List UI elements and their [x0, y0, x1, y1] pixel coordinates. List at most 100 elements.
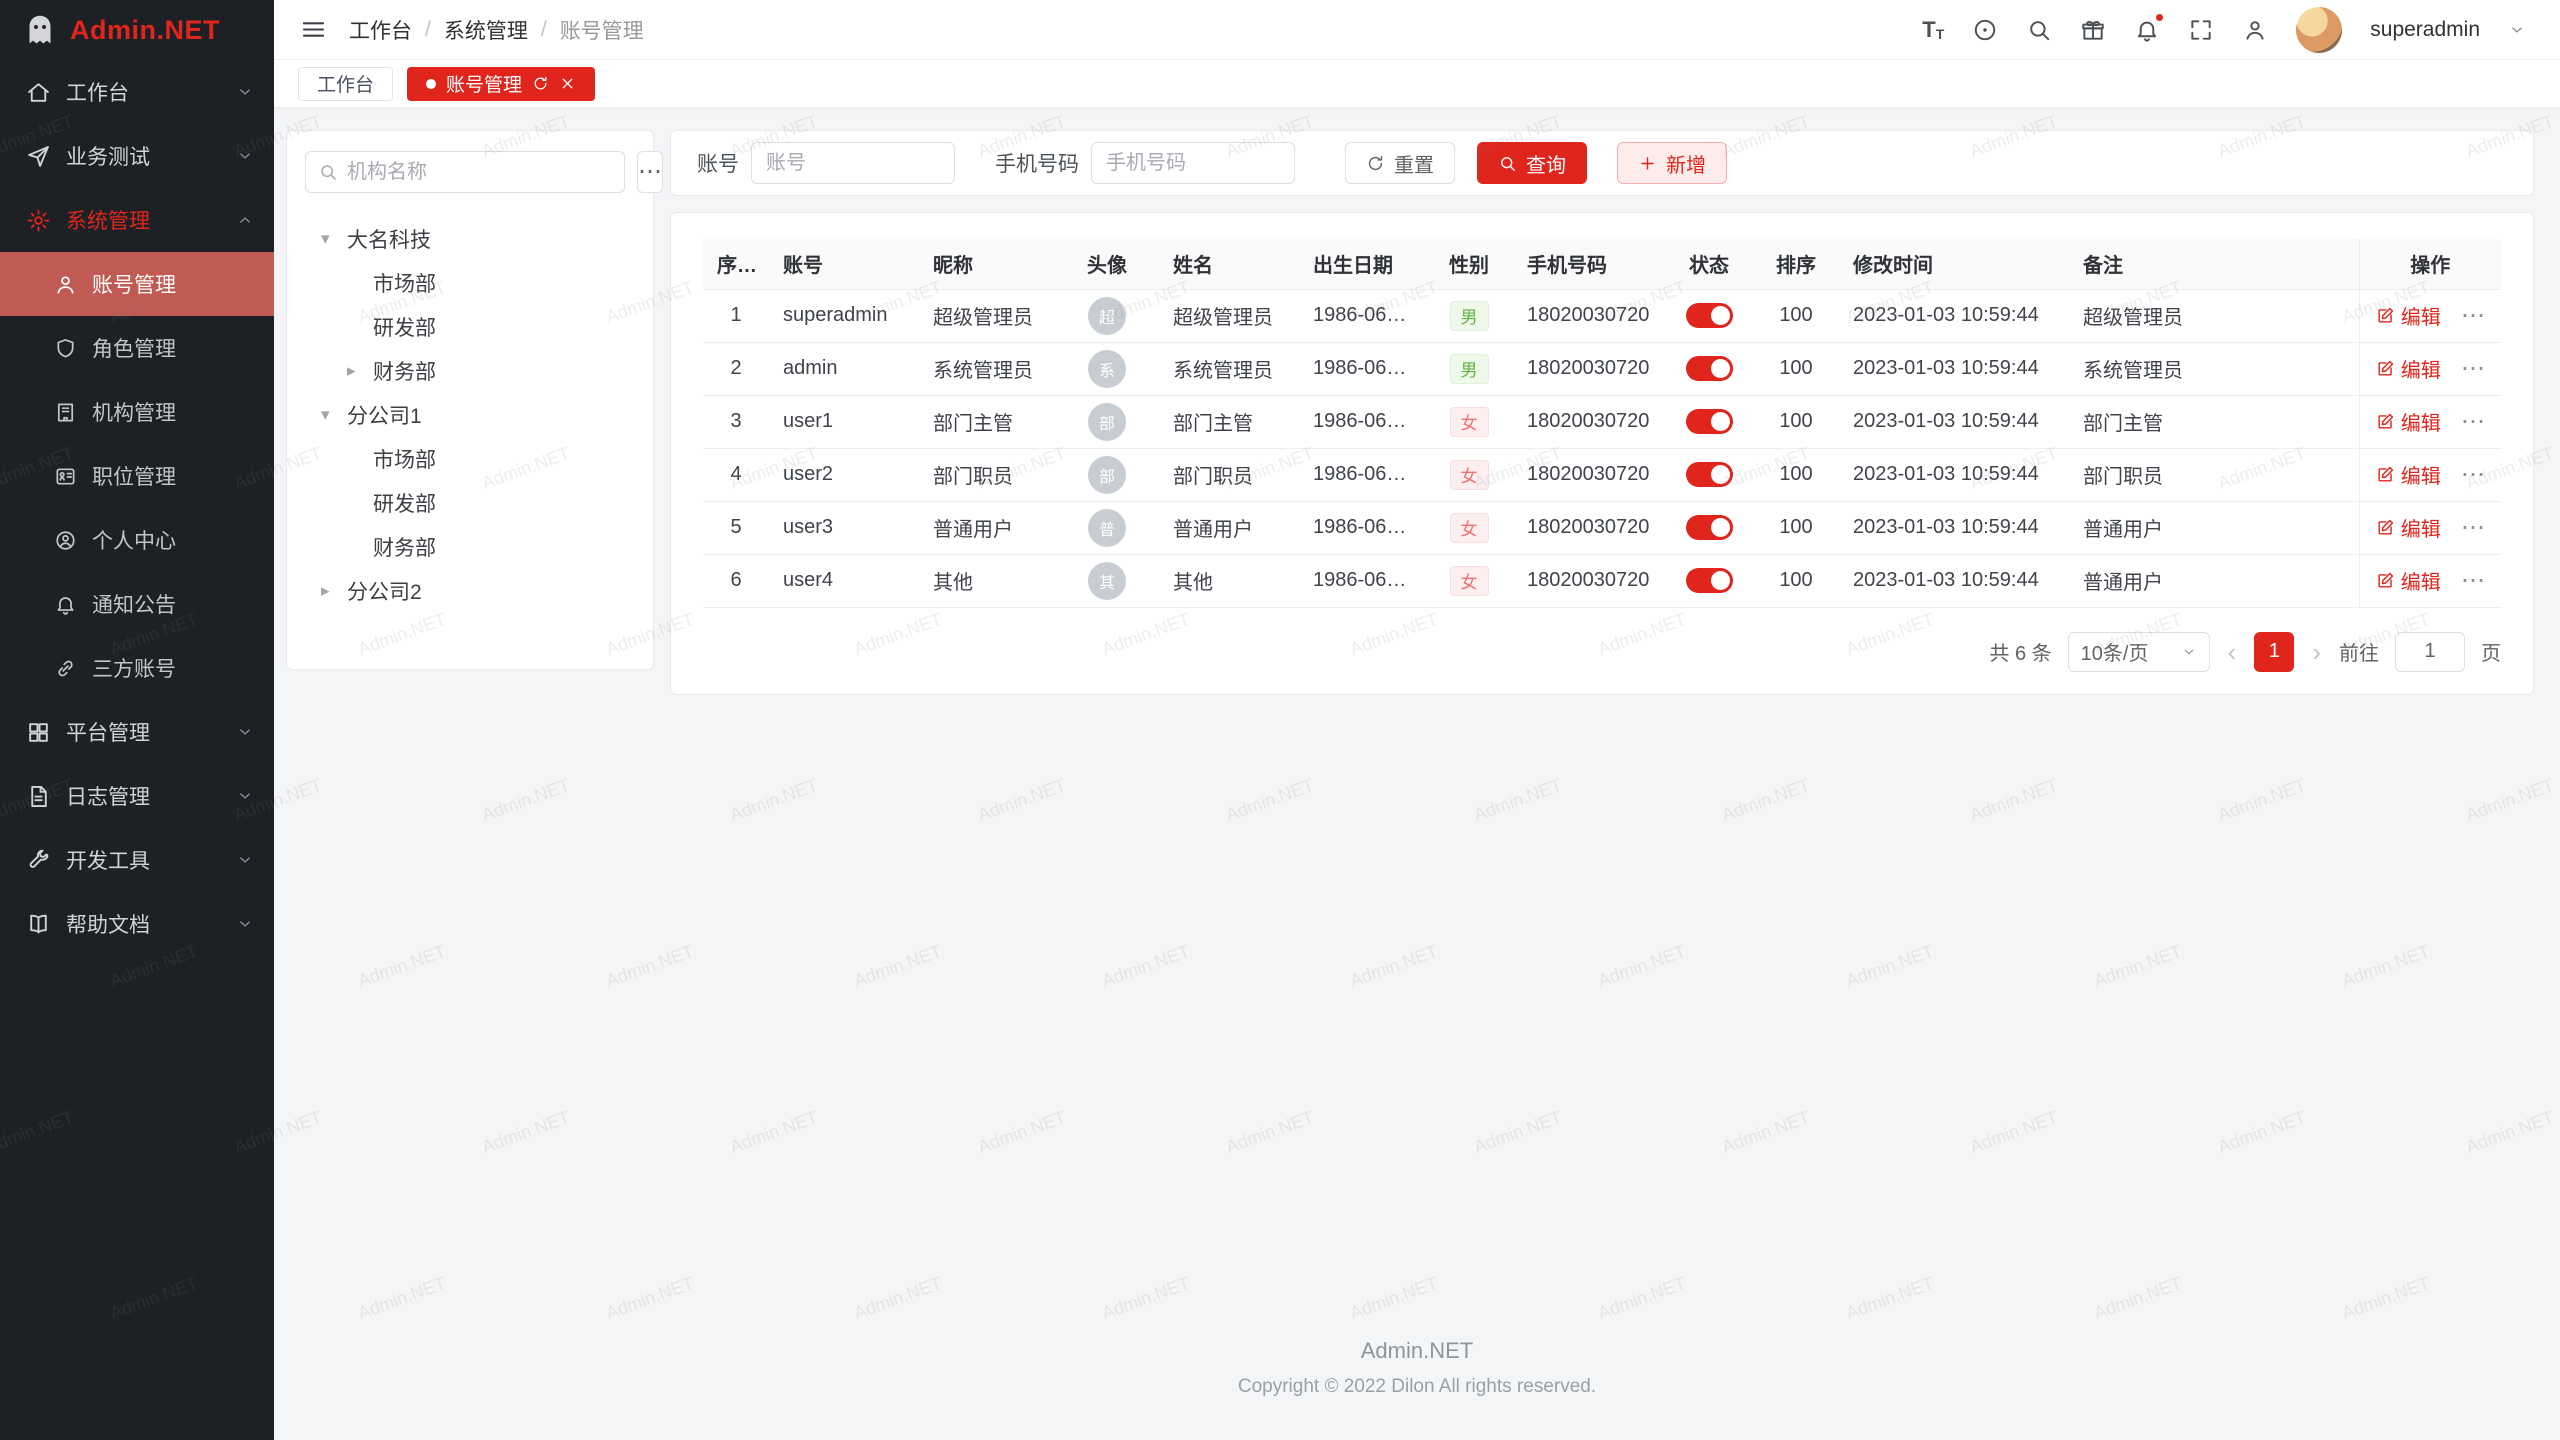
remark-cell: 普通用户: [2069, 554, 2359, 607]
sidebar-item-workbench[interactable]: 工作台: [0, 60, 274, 124]
shield-icon: [54, 337, 77, 360]
edit-icon: [2376, 306, 2395, 325]
row-more-button[interactable]: ⋯: [2461, 514, 2485, 541]
status-toggle[interactable]: [1686, 515, 1733, 540]
sidebar-item-devtools[interactable]: 开发工具: [0, 828, 274, 892]
refresh-icon: [1366, 154, 1385, 173]
add-button[interactable]: 新增: [1617, 142, 1727, 184]
status-toggle[interactable]: [1686, 409, 1733, 434]
nickname-cell: 其他: [919, 554, 1055, 607]
footer-title: Admin.NET: [274, 1338, 2560, 1364]
tab-close-icon[interactable]: [559, 75, 576, 92]
sidebar-item-logs[interactable]: 日志管理: [0, 764, 274, 828]
tree-node[interactable]: 市场部: [305, 437, 635, 481]
status-toggle[interactable]: [1686, 462, 1733, 487]
sidebar-item-platform[interactable]: 平台管理: [0, 700, 274, 764]
edit-button[interactable]: 编辑: [2376, 460, 2441, 489]
status-cell: [1665, 395, 1753, 448]
page-number-1[interactable]: 1: [2254, 632, 2294, 672]
tab-account-management[interactable]: 账号管理: [407, 67, 595, 101]
caret-down-icon[interactable]: ▾: [321, 229, 347, 249]
tree-node[interactable]: ▾大名科技: [305, 217, 635, 261]
tree-more-button[interactable]: ⋯: [637, 151, 663, 193]
account-cell: superadmin: [769, 289, 919, 342]
tree-node[interactable]: 研发部: [305, 305, 635, 349]
notification-bell-icon[interactable]: [2134, 17, 2160, 43]
sidebar-item-role[interactable]: 角色管理: [0, 316, 274, 380]
breadcrumb-item-system[interactable]: 系统管理: [444, 15, 528, 45]
user-outline-icon[interactable]: [2242, 17, 2268, 43]
actions-cell: 编辑 ⋯: [2359, 448, 2501, 501]
tree-node[interactable]: 财务部: [305, 525, 635, 569]
name-cell: 超级管理员: [1159, 289, 1299, 342]
sidebar-item-business-test[interactable]: 业务测试: [0, 124, 274, 188]
remark-cell: 普通用户: [2069, 501, 2359, 554]
index-cell: 2: [703, 342, 769, 395]
search-icon[interactable]: [2026, 17, 2052, 43]
edit-button[interactable]: 编辑: [2376, 566, 2441, 595]
search-button[interactable]: 查询: [1477, 142, 1587, 184]
tab-refresh-icon[interactable]: [532, 75, 549, 92]
goto-page-input[interactable]: [2395, 632, 2465, 672]
status-toggle[interactable]: [1686, 356, 1733, 381]
sidebar-item-thirdparty[interactable]: 三方账号: [0, 636, 274, 700]
right-column: 账号 手机号码 重置 查询 新增: [670, 130, 2534, 695]
wrench-icon: [26, 848, 51, 873]
org-tree: ▾大名科技市场部研发部▸财务部▾分公司1市场部研发部财务部▸分公司2: [305, 217, 635, 613]
edit-button[interactable]: 编辑: [2376, 301, 2441, 330]
fullscreen-icon[interactable]: [2188, 17, 2214, 43]
sidebar-item-account[interactable]: 账号管理: [0, 252, 274, 316]
breadcrumb-separator: /: [425, 18, 431, 42]
prev-page-button[interactable]: ‹: [2226, 639, 2239, 665]
row-more-button[interactable]: ⋯: [2461, 461, 2485, 488]
caret-right-icon[interactable]: ▸: [347, 361, 373, 381]
sidebar-item-profile[interactable]: 个人中心: [0, 508, 274, 572]
logo[interactable]: Admin.NET: [0, 0, 274, 60]
next-page-button[interactable]: ›: [2310, 639, 2323, 665]
status-toggle[interactable]: [1686, 303, 1733, 328]
row-more-button[interactable]: ⋯: [2461, 355, 2485, 382]
grid-icon: [26, 720, 51, 745]
tree-node[interactable]: 研发部: [305, 481, 635, 525]
user-menu-chevron-down-icon[interactable]: [2508, 21, 2526, 39]
index-cell: 4: [703, 448, 769, 501]
tree-node[interactable]: ▾分公司1: [305, 393, 635, 437]
gender-cell: 女: [1425, 395, 1513, 448]
breadcrumb-item-workbench[interactable]: 工作台: [349, 15, 412, 45]
home-icon: [26, 80, 51, 105]
query-bar: 账号 手机号码 重置 查询 新增: [670, 130, 2534, 196]
sidebar-item-system-management[interactable]: 系统管理: [0, 188, 274, 252]
reset-button[interactable]: 重置: [1345, 142, 1455, 184]
caret-right-icon[interactable]: ▸: [321, 581, 347, 601]
edit-button[interactable]: 编辑: [2376, 407, 2441, 436]
org-search-input[interactable]: [347, 161, 612, 184]
account-cell: user2: [769, 448, 919, 501]
tab-workbench[interactable]: 工作台: [298, 67, 393, 101]
status-toggle[interactable]: [1686, 568, 1733, 593]
component-size-icon[interactable]: [1972, 17, 1998, 43]
phone-cell: 18020030720: [1513, 289, 1665, 342]
avatar[interactable]: [2296, 7, 2342, 53]
phone-input[interactable]: [1091, 142, 1295, 184]
theme-gift-icon[interactable]: [2080, 17, 2106, 43]
hamburger-menu-icon[interactable]: [300, 16, 327, 43]
edit-button[interactable]: 编辑: [2376, 354, 2441, 383]
sidebar-item-org[interactable]: 机构管理: [0, 380, 274, 444]
page-size-select[interactable]: 10条/页: [2068, 632, 2210, 672]
sidebar-item-help[interactable]: 帮助文档: [0, 892, 274, 956]
row-more-button[interactable]: ⋯: [2461, 408, 2485, 435]
username[interactable]: superadmin: [2370, 18, 2480, 42]
sidebar-item-position[interactable]: 职位管理: [0, 444, 274, 508]
tree-node[interactable]: 市场部: [305, 261, 635, 305]
account-input[interactable]: [751, 142, 955, 184]
account-cell: user3: [769, 501, 919, 554]
caret-down-icon[interactable]: ▾: [321, 405, 347, 425]
edit-button[interactable]: 编辑: [2376, 513, 2441, 542]
tree-node[interactable]: ▸分公司2: [305, 569, 635, 613]
font-size-icon[interactable]: TT: [1922, 19, 1944, 41]
sidebar-item-notice[interactable]: 通知公告: [0, 572, 274, 636]
row-more-button[interactable]: ⋯: [2461, 302, 2485, 329]
row-more-button[interactable]: ⋯: [2461, 567, 2485, 594]
birthdate-cell: 1986-06-28: [1299, 289, 1425, 342]
tree-node[interactable]: ▸财务部: [305, 349, 635, 393]
